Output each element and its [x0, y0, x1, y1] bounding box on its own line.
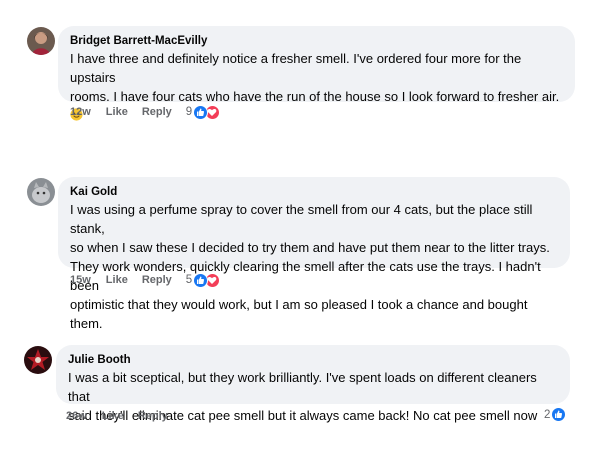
avatar[interactable] [27, 27, 55, 55]
avatar[interactable] [27, 178, 55, 206]
like-reaction-icon [551, 407, 567, 422]
avatar[interactable] [24, 346, 52, 374]
like-reaction-icon [193, 272, 209, 288]
comment-bubble: Julie Booth I was a bit sceptical, but t… [56, 345, 570, 423]
like-button[interactable]: Like [106, 106, 128, 118]
reply-button[interactable]: Reply [138, 410, 168, 422]
like-button[interactable]: Like [102, 410, 124, 422]
reaction-summary[interactable]: 9 [185, 104, 221, 120]
like-reaction-icon [193, 104, 209, 120]
comment-actions: 15w Like Reply 5 [70, 272, 221, 288]
comment-timestamp[interactable]: 26w [66, 410, 87, 422]
comment-timestamp[interactable]: 15w [70, 274, 91, 286]
comment-text-line: I was a bit sceptical, but they work bri… [68, 370, 537, 404]
reaction-summary[interactable]: 5 [185, 272, 221, 288]
comment-actions: 12w Like Reply 9 [70, 104, 221, 120]
reaction-count: 9 [185, 106, 193, 118]
comment-actions: 26w Like Reply [66, 408, 182, 424]
comment-author[interactable]: Kai Gold [70, 185, 558, 200]
comment-bubble: Kai Gold I was using a perfume spray to … [58, 177, 570, 331]
reply-button[interactable]: Reply [142, 106, 172, 118]
comment-text-line: so when I saw these I decided to try the… [70, 240, 550, 255]
reaction-count: 2 [544, 408, 551, 421]
reaction-summary[interactable]: 2 [544, 407, 567, 422]
comment-timestamp[interactable]: 12w [70, 106, 91, 118]
like-button[interactable]: Like [106, 274, 128, 286]
comment-text-line: I was using a perfume spray to cover the… [70, 202, 533, 236]
comment-text-line: I have three and definitely notice a fre… [70, 51, 522, 85]
comment-author[interactable]: Bridget Barrett-MacEvilly [70, 34, 563, 49]
comment-bubble: Bridget Barrett-MacEvilly I have three a… [58, 26, 575, 121]
comment-author[interactable]: Julie Booth [68, 353, 558, 368]
reaction-count: 5 [185, 274, 193, 286]
comment-text-line: optimistic that they would work, but I a… [70, 297, 528, 331]
reply-button[interactable]: Reply [142, 274, 172, 286]
